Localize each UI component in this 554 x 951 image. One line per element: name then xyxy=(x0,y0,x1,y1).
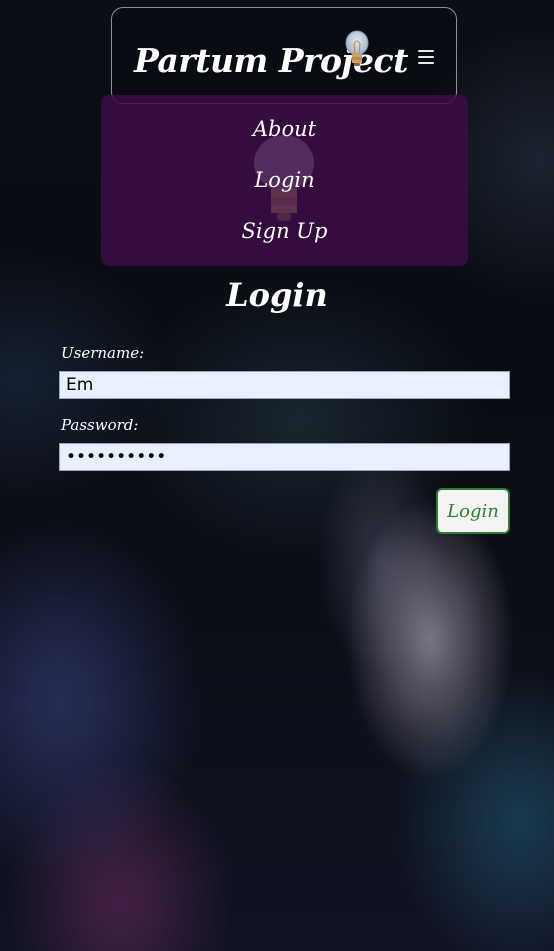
password-label: Password: xyxy=(61,416,139,434)
nav-dropdown-menu: About Login Sign Up xyxy=(101,95,468,266)
menu-item-login[interactable]: Login xyxy=(101,168,468,192)
lightbulb-icon xyxy=(345,30,369,66)
hamburger-icon[interactable] xyxy=(418,50,434,64)
page-title: Login xyxy=(226,276,328,314)
menu-item-about[interactable]: About xyxy=(101,117,468,141)
username-label: Username: xyxy=(61,344,145,362)
password-field[interactable] xyxy=(59,443,510,471)
navbar: Partum Project xyxy=(111,7,457,104)
login-button[interactable]: Login xyxy=(436,488,510,534)
menu-item-sign-up[interactable]: Sign Up xyxy=(101,219,468,243)
username-field[interactable] xyxy=(59,371,510,399)
